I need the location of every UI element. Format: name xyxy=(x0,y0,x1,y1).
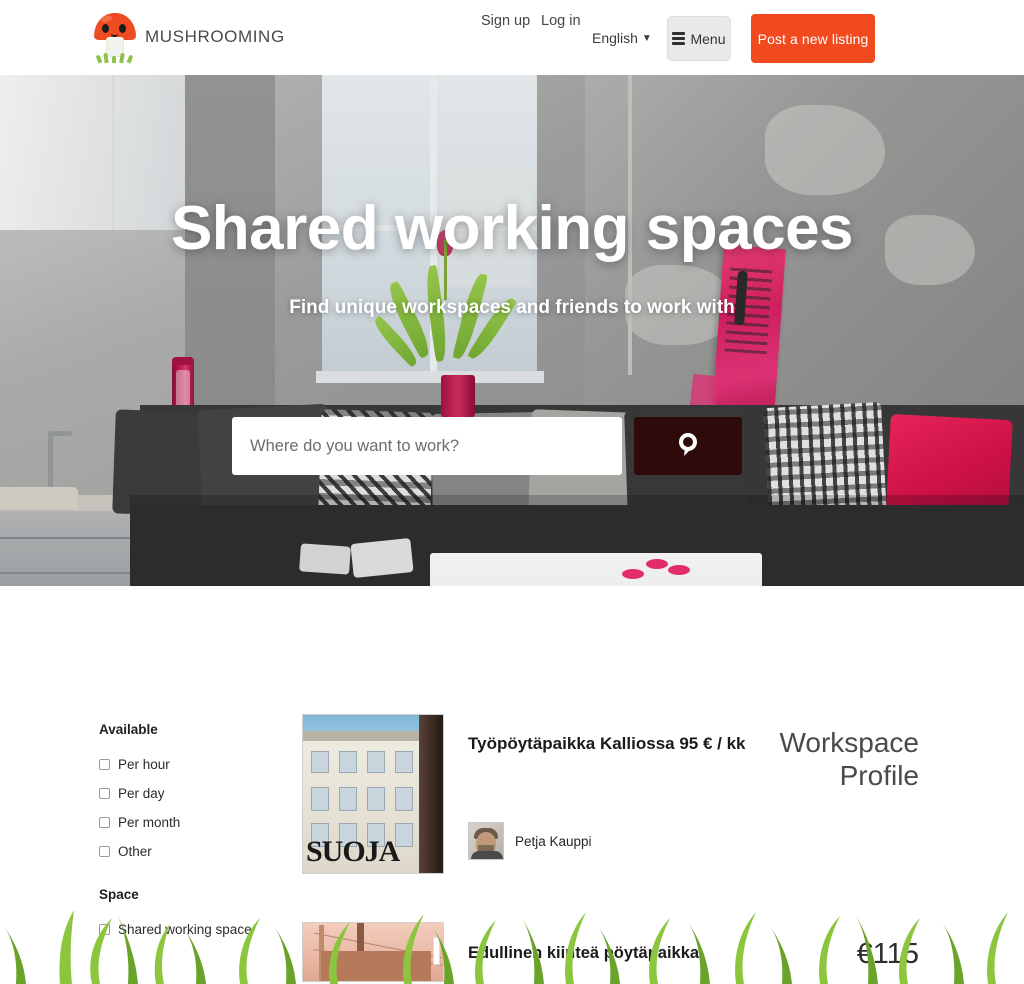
listings-list: SUOJA Työpöytäpaikka Kalliossa 95 € / kk… xyxy=(302,710,927,982)
hero-search-row xyxy=(232,417,742,475)
hero-banner: Shared working spaces Find unique worksp… xyxy=(0,75,1024,586)
mushroom-grass-icon xyxy=(95,52,134,64)
mushroom-eye-right xyxy=(119,24,126,33)
mushroom-eye-left xyxy=(102,24,109,33)
filter-group-title-available: Available xyxy=(99,722,158,737)
results-toolbar: All listing types ▼ Grid List Map xyxy=(0,586,1024,704)
checkbox-icon[interactable] xyxy=(99,817,110,828)
filter-option-per-day[interactable]: Per day xyxy=(99,786,289,801)
avatar xyxy=(468,822,504,860)
site-header: MUSHROOMING Sign up Log in English ▼ Men… xyxy=(0,0,1024,75)
filter-option-label: Per month xyxy=(118,815,181,830)
checkbox-icon[interactable] xyxy=(99,759,110,770)
search-button[interactable] xyxy=(634,417,742,475)
filter-option-label: Other xyxy=(118,844,152,859)
language-selector[interactable]: English ▼ xyxy=(592,30,652,46)
signup-link[interactable]: Sign up xyxy=(481,13,530,29)
list-item[interactable]: SUOJA Työpöytäpaikka Kalliossa 95 € / kk… xyxy=(302,710,927,874)
hero-subtitle: Find unique workspaces and friends to wo… xyxy=(289,297,735,318)
listing-body: Edullinen kiinteä pöytäpaikka xyxy=(444,922,759,963)
checkbox-icon[interactable] xyxy=(99,788,110,799)
listing-title[interactable]: Työpöytäpaikka Kalliossa 95 € / kk xyxy=(468,734,759,754)
checkbox-icon[interactable] xyxy=(99,924,110,935)
filter-option-per-hour[interactable]: Per hour xyxy=(99,757,289,772)
login-link[interactable]: Log in xyxy=(541,13,581,29)
listing-thumbnail[interactable] xyxy=(302,922,444,982)
listing-thumbnail[interactable]: SUOJA xyxy=(302,714,444,874)
filter-option-shared-working-space[interactable]: Shared working space xyxy=(99,922,289,937)
listing-price-block: €115 xyxy=(759,922,927,971)
filter-group-title-space: Space xyxy=(99,887,139,902)
language-label: English xyxy=(592,30,638,46)
checkbox-icon[interactable] xyxy=(99,846,110,857)
chevron-down-icon: ▼ xyxy=(641,33,652,44)
hero-background-photo xyxy=(0,75,1024,586)
menu-button-label: Menu xyxy=(690,30,726,47)
search-icon xyxy=(679,433,697,456)
listing-author-name: Petja Kauppi xyxy=(515,833,592,849)
post-new-listing-button[interactable]: Post a new listing xyxy=(751,14,875,63)
page-root: MUSHROOMING Sign up Log in English ▼ Men… xyxy=(0,0,1024,984)
listing-price-line-1: €115 xyxy=(856,938,919,970)
hero-title: Shared working spaces xyxy=(170,194,854,263)
filter-option-label: Shared working space xyxy=(118,922,252,937)
listing-price-line-1: Workspace xyxy=(779,727,919,758)
main-content: Available Per hour Per day Per month Oth… xyxy=(0,704,1024,984)
site-logo[interactable]: MUSHROOMING xyxy=(92,11,285,64)
filter-option-per-month[interactable]: Per month xyxy=(99,815,289,830)
filters-sidebar: Available Per hour Per day Per month Oth… xyxy=(99,722,289,951)
filter-option-label: Per day xyxy=(118,786,165,801)
hamburger-icon xyxy=(672,32,686,45)
menu-button[interactable]: Menu xyxy=(667,16,731,61)
list-item[interactable]: Edullinen kiinteä pöytäpaikka €115 xyxy=(302,918,927,982)
listing-title[interactable]: Edullinen kiinteä pöytäpaikka xyxy=(468,944,759,963)
listing-price-block: Workspace Profile xyxy=(759,714,927,792)
listing-price-line-2: Profile xyxy=(839,760,919,792)
listing-thumbnail-sign-text: SUOJA xyxy=(306,835,400,868)
filter-option-label: Per hour xyxy=(118,757,170,772)
listing-body: Työpöytäpaikka Kalliossa 95 € / kk Petja… xyxy=(444,714,759,860)
brand-name: MUSHROOMING xyxy=(145,27,285,46)
search-input[interactable] xyxy=(232,417,622,475)
mushroom-logo-icon xyxy=(92,11,138,64)
filter-option-other[interactable]: Other xyxy=(99,844,289,859)
listing-author[interactable]: Petja Kauppi xyxy=(468,822,759,860)
